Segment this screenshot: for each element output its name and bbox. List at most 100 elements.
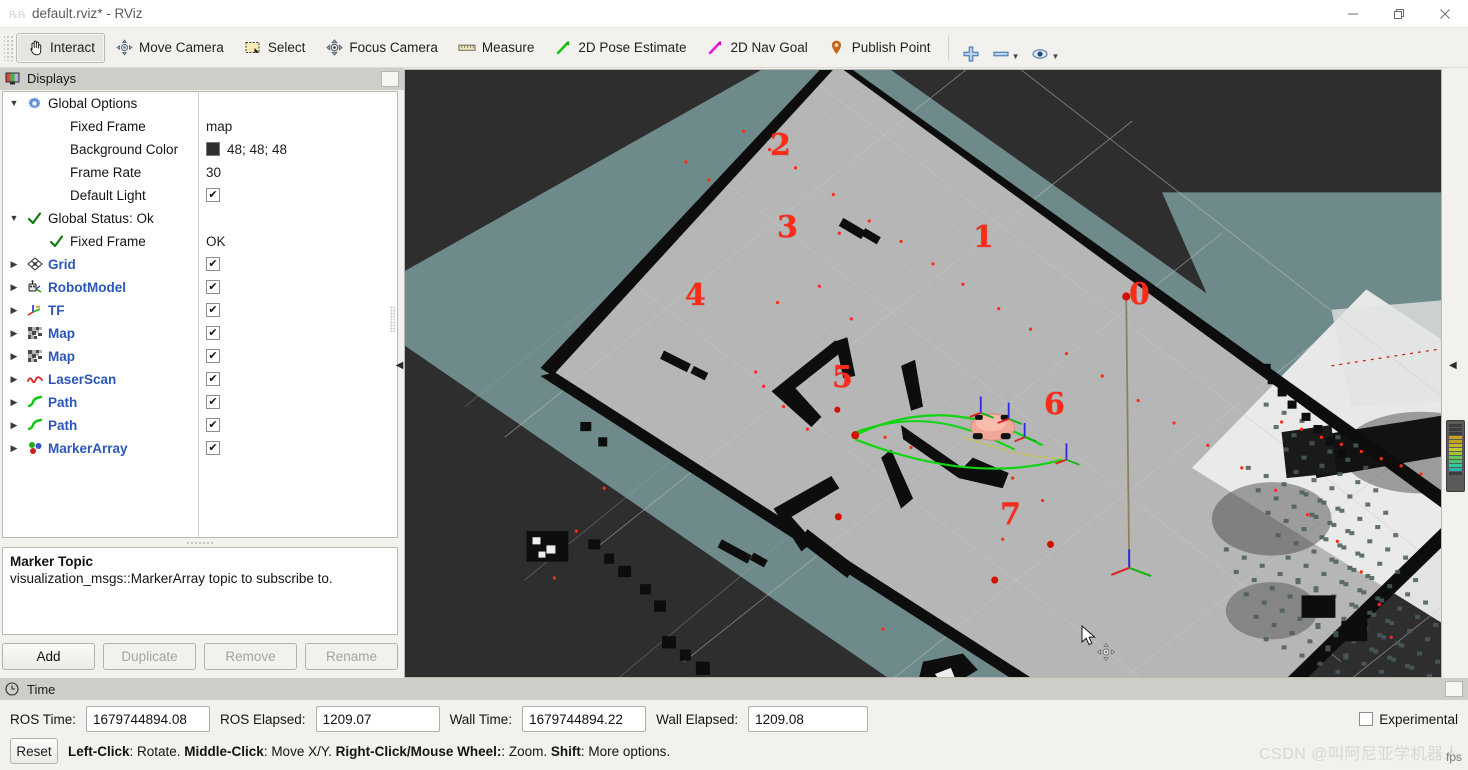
display-row-robotmodel[interactable]: ▶ RobotModel ✔	[3, 276, 397, 299]
chevron-right-icon[interactable]: ▶	[7, 305, 21, 316]
display-row-markerarray[interactable]: ▶ MarkerArray ✔	[3, 437, 397, 460]
minimize-button[interactable]	[1330, 0, 1376, 28]
experimental-toggle[interactable]: Experimental	[1359, 712, 1458, 727]
chevron-right-icon[interactable]: ▶	[7, 328, 21, 339]
display-row-frame-rate[interactable]: Frame Rate 30	[3, 161, 397, 184]
display-row-map[interactable]: ▶ Map ✔	[3, 322, 397, 345]
display-row-value[interactable]: OK	[199, 234, 397, 249]
time-float-button[interactable]	[1445, 681, 1463, 697]
color-scale-band	[1449, 456, 1462, 459]
chevron-right-icon[interactable]: ▶	[7, 397, 21, 408]
tree-scroll-grip[interactable]	[390, 305, 395, 332]
tool-select[interactable]: Select	[234, 33, 316, 63]
display-enable-checkbox[interactable]: ✔	[206, 188, 220, 203]
experimental-checkbox[interactable]	[1359, 712, 1374, 726]
display-enable-checkbox[interactable]: ✔	[206, 418, 220, 433]
display-row-default-light[interactable]: Default Light ✔	[3, 184, 397, 207]
add-tool-button[interactable]	[956, 33, 986, 63]
display-enable-checkbox[interactable]: ✔	[206, 257, 220, 272]
ros-time-input[interactable]: 1679744894.08	[86, 706, 211, 732]
tool-2d-nav-goal[interactable]: 2D Nav Goal	[696, 33, 817, 63]
display-row-value[interactable]: ✔	[199, 441, 397, 456]
display-row-fixed-frame[interactable]: Fixed Frame map	[3, 115, 397, 138]
display-row-value[interactable]: ✔	[199, 372, 397, 387]
display-row-value[interactable]: ✔	[199, 188, 397, 203]
chevron-right-icon[interactable]: ▶	[7, 259, 21, 270]
hint-part: Middle-Click	[184, 743, 264, 759]
rename-display-button[interactable]: Rename	[305, 642, 398, 670]
close-button[interactable]	[1422, 0, 1468, 28]
chevron-down-icon[interactable]: ▼	[7, 98, 21, 108]
display-row-path[interactable]: ▶ Path ✔	[3, 414, 397, 437]
remove-tool-button[interactable]: ▼	[986, 33, 1026, 63]
3d-viewport[interactable]: 0 1 2 3 4 5 6 7	[404, 69, 1442, 678]
tool-measure[interactable]: Measure	[448, 33, 545, 63]
display-enable-checkbox[interactable]: ✔	[206, 326, 220, 341]
display-enable-checkbox[interactable]: ✔	[206, 349, 220, 364]
ros-elapsed-input[interactable]: 1209.07	[315, 706, 440, 732]
tool-interact[interactable]: Interact	[16, 32, 106, 63]
display-row-value[interactable]: ✔	[199, 280, 397, 295]
reset-button[interactable]: Reset	[10, 738, 58, 764]
chevron-right-icon[interactable]: ▶	[7, 443, 21, 454]
map-pin-icon	[828, 39, 846, 57]
tool-properties-button[interactable]: ▼	[1025, 33, 1065, 63]
color-scale-widget[interactable]	[1446, 420, 1465, 492]
tool-move-camera[interactable]: Move Camera	[105, 33, 234, 63]
displays-float-button[interactable]	[381, 70, 399, 87]
display-enable-checkbox[interactable]: ✔	[206, 372, 220, 387]
display-enable-checkbox[interactable]: ✔	[206, 303, 220, 318]
displays-tree[interactable]: ▼ Global Options Fixed Frame map Backgroun…	[2, 90, 398, 539]
chevron-down-icon[interactable]: ▼	[1051, 52, 1059, 61]
chevron-right-icon[interactable]: ▶	[7, 351, 21, 362]
display-row-value[interactable]: map	[199, 119, 397, 134]
display-row-value[interactable]: 48; 48; 48	[199, 142, 397, 157]
display-row-value[interactable]: ✔	[199, 418, 397, 433]
tool-2d-pose-estimate[interactable]: 2D Pose Estimate	[544, 33, 696, 63]
display-row-value[interactable]: ✔	[199, 326, 397, 341]
wall-elapsed-input[interactable]: 1209.08	[748, 706, 869, 732]
wall-time-input[interactable]: 1679744894.22	[522, 706, 647, 732]
duplicate-display-button[interactable]: Duplicate	[103, 642, 196, 670]
display-value-text: OK	[206, 233, 226, 249]
toolbar-drag-handle[interactable]	[4, 34, 14, 61]
display-enable-checkbox[interactable]: ✔	[206, 395, 220, 410]
add-display-button[interactable]: Add	[2, 642, 95, 670]
display-row-path[interactable]: ▶ Path ✔	[3, 391, 397, 414]
right-dock-collapse-icon[interactable]: ◀	[1449, 360, 1457, 371]
display-row-label: TF	[48, 302, 65, 318]
chevron-right-icon[interactable]: ▶	[7, 282, 21, 293]
display-row-value[interactable]: ✔	[199, 395, 397, 410]
display-row-value[interactable]: 30	[199, 165, 397, 180]
display-row-background-color[interactable]: Background Color 48; 48; 48	[3, 138, 397, 161]
display-row-map[interactable]: ▶ Map ✔	[3, 345, 397, 368]
display-row-global-status-ok[interactable]: ▼ Global Status: Ok	[3, 207, 397, 230]
chevron-down-icon[interactable]: ▼	[1012, 52, 1020, 61]
fps-label: fps	[1445, 750, 1462, 764]
display-row-value[interactable]: ✔	[199, 349, 397, 364]
display-row-laserscan[interactable]: ▶ LaserScan ✔	[3, 368, 397, 391]
tool-focus-camera-label: Focus Camera	[349, 40, 438, 55]
tool-measure-label: Measure	[481, 40, 535, 55]
display-row-tf[interactable]: ▶ TF ✔	[3, 299, 397, 322]
display-row-global-options[interactable]: ▼ Global Options	[3, 92, 397, 115]
panel-splitter[interactable]	[2, 538, 398, 547]
tool-focus-camera[interactable]: Focus Camera	[315, 33, 448, 63]
display-row-name: ▶ LaserScan	[3, 371, 199, 387]
maximize-button[interactable]	[1376, 0, 1422, 28]
display-row-fixed-frame[interactable]: Fixed Frame OK	[3, 230, 397, 253]
tool-publish-point[interactable]: Publish Point	[818, 33, 941, 63]
display-row-value[interactable]: ✔	[199, 303, 397, 318]
tree-scrollbar[interactable]	[388, 92, 397, 537]
chevron-down-icon[interactable]: ▼	[7, 213, 21, 223]
display-row-grid[interactable]: ▶ Grid ✔	[3, 253, 397, 276]
display-enable-checkbox[interactable]: ✔	[206, 280, 220, 295]
color-scale-band	[1449, 460, 1462, 463]
chevron-right-icon[interactable]: ▶	[7, 420, 21, 431]
tool-select-label: Select	[267, 40, 306, 55]
background-color-swatch[interactable]	[206, 142, 220, 157]
chevron-right-icon[interactable]: ▶	[7, 374, 21, 385]
display-enable-checkbox[interactable]: ✔	[206, 441, 220, 456]
remove-display-button[interactable]: Remove	[204, 642, 297, 670]
display-row-value[interactable]: ✔	[199, 257, 397, 272]
